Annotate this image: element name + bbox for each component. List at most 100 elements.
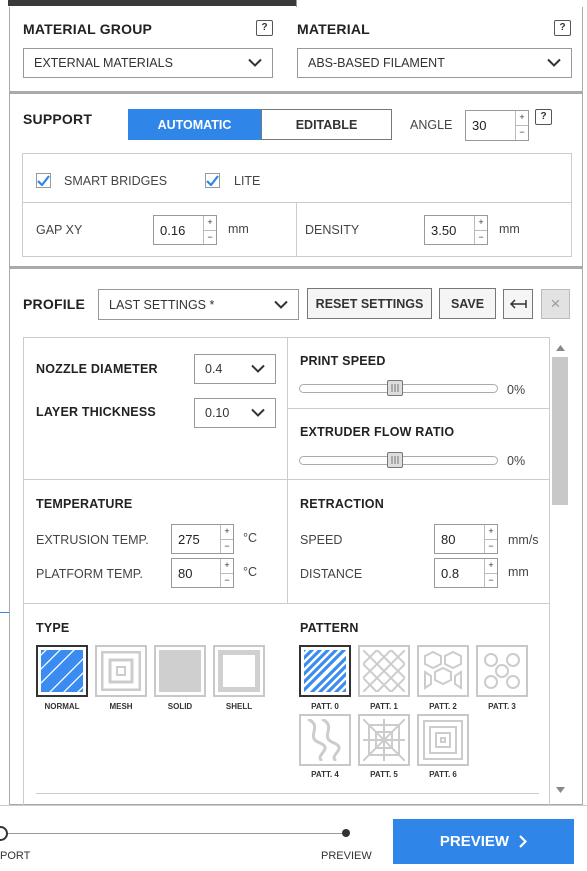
retraction-label: RETRACTION <box>300 497 384 511</box>
pattern-4-tile[interactable] <box>299 714 351 766</box>
support-automatic-button[interactable]: AUTOMATIC <box>128 109 261 140</box>
retraction-distance-unit: mm <box>508 565 529 579</box>
settings-panel[interactable]: NOZZLE DIAMETER 0.4 LAYER THICKNESS 0.10… <box>23 337 550 807</box>
nozzle-diameter-select[interactable]: 0.4 <box>194 354 276 384</box>
scrollbar-thumb[interactable] <box>552 357 568 505</box>
increment-icon[interactable]: + <box>485 559 497 574</box>
gap-xy-value: 0.16 <box>160 222 186 238</box>
material-section: MATERIAL GROUP ? EXTERNAL MATERIALS MATE… <box>9 7 583 92</box>
delete-profile-button[interactable]: × <box>541 289 570 319</box>
mesh-icon <box>100 650 142 692</box>
extruder-flow-slider-thumb[interactable] <box>386 452 403 468</box>
pattern-6-tile[interactable] <box>417 714 469 766</box>
material-value: ABS-BASED FILAMENT <box>308 56 445 70</box>
density-stepper[interactable]: 3.50 + − <box>424 215 488 245</box>
profile-label: PROFILE <box>23 296 86 312</box>
diagonal-stripes-icon <box>297 643 353 699</box>
extrusion-temp-unit: °C <box>243 531 258 545</box>
step-end-node[interactable] <box>342 829 350 837</box>
density-unit: mm <box>499 222 520 236</box>
decrement-icon[interactable]: − <box>485 574 497 588</box>
decrement-icon[interactable]: − <box>204 231 216 245</box>
profile-select[interactable]: LAST SETTINGS * <box>98 289 299 320</box>
step-right-label: PREVIEW <box>321 850 372 862</box>
pattern-label-5: PATT. 5 <box>370 770 398 779</box>
retraction-speed-stepper[interactable]: 80 + − <box>434 524 498 554</box>
support-options-vdivider <box>296 202 297 257</box>
step-left-label: PORT <box>0 850 31 862</box>
type-shell-tile[interactable] <box>213 645 265 697</box>
material-group-help-icon[interactable]: ? <box>256 20 273 36</box>
support-options-divider <box>23 202 571 203</box>
increment-icon[interactable]: + <box>204 216 216 231</box>
retraction-speed-value: 80 <box>441 531 456 547</box>
step-start-node[interactable] <box>0 826 8 841</box>
retraction-distance-stepper[interactable]: 0.8 + − <box>434 558 498 588</box>
settings-scrollbar[interactable] <box>551 337 569 807</box>
diagonal-infill-icon <box>35 644 89 698</box>
print-speed-slider-thumb[interactable] <box>386 380 403 396</box>
pattern-label-4: PATT. 4 <box>311 770 339 779</box>
grip-icon <box>391 384 398 392</box>
temperature-label: TEMPERATURE <box>36 497 133 511</box>
panel-hdivider-1 <box>24 479 549 480</box>
material-group-select[interactable]: EXTERNAL MATERIALS <box>23 48 273 78</box>
retraction-speed-label: SPEED <box>300 533 343 547</box>
scroll-down-icon[interactable] <box>556 787 565 793</box>
lite-label: LITE <box>234 174 261 188</box>
pattern-0-tile[interactable] <box>297 643 353 699</box>
print-speed-label: PRINT SPEED <box>300 354 386 368</box>
extrusion-temp-label: EXTRUSION TEMP. <box>36 533 149 547</box>
material-select[interactable]: ABS-BASED FILAMENT <box>297 48 572 78</box>
lite-checkbox[interactable] <box>205 173 220 188</box>
pattern-label-0: PATT. 0 <box>311 702 339 711</box>
export-profile-button[interactable] <box>503 289 533 319</box>
smart-bridges-checkbox[interactable] <box>36 173 51 188</box>
save-button[interactable]: SAVE <box>439 288 496 319</box>
increment-icon[interactable]: + <box>485 525 497 540</box>
chevron-down-icon <box>547 58 561 67</box>
platform-temp-stepper[interactable]: 80 + − <box>171 558 234 588</box>
angle-stepper[interactable]: 30 + − <box>465 110 529 141</box>
tab-active-indicator[interactable] <box>8 0 296 6</box>
type-label-mesh: MESH <box>109 702 133 711</box>
wave-icon <box>307 717 341 763</box>
panel-vdivider <box>287 338 288 603</box>
concentric-icon <box>423 720 463 760</box>
pattern-1-tile[interactable] <box>358 645 410 697</box>
type-solid-tile[interactable] <box>154 645 206 697</box>
decrement-icon[interactable]: − <box>485 540 497 554</box>
increment-icon[interactable]: + <box>221 559 233 574</box>
panel-hdivider-2 <box>24 603 549 604</box>
footer: PORT PREVIEW PREVIEW <box>0 805 587 871</box>
gap-xy-stepper[interactable]: 0.16 + − <box>153 215 217 245</box>
increment-icon[interactable]: + <box>221 525 233 540</box>
extrusion-temp-stepper[interactable]: 275 + − <box>171 524 234 554</box>
panel-hdivider-right <box>287 408 549 409</box>
support-editable-button[interactable]: EDITABLE <box>261 109 392 140</box>
decrement-icon[interactable]: − <box>516 126 528 140</box>
layer-thickness-select[interactable]: 0.10 <box>194 398 276 428</box>
density-value: 3.50 <box>431 222 457 238</box>
type-mesh-tile[interactable] <box>95 645 147 697</box>
pattern-5-tile[interactable] <box>358 714 410 766</box>
layer-thickness-value: 0.10 <box>205 406 230 420</box>
decrement-icon[interactable]: − <box>475 231 487 245</box>
pattern-3-tile[interactable] <box>476 645 528 697</box>
material-help-icon[interactable]: ? <box>554 20 571 36</box>
pattern-2-tile[interactable] <box>417 645 469 697</box>
type-normal-tile[interactable] <box>35 644 89 698</box>
increment-icon[interactable]: + <box>475 216 487 231</box>
panel-bottom-divider <box>36 793 539 794</box>
increment-icon[interactable]: + <box>516 111 528 126</box>
pattern-label-2: PATT. 2 <box>429 702 457 711</box>
decrement-icon[interactable]: − <box>221 574 233 588</box>
angle-help-icon[interactable]: ? <box>535 109 552 125</box>
preview-button[interactable]: PREVIEW <box>393 819 574 864</box>
scroll-up-icon[interactable] <box>556 345 565 351</box>
left-edge-mark <box>0 612 9 613</box>
extruder-flow-label: EXTRUDER FLOW RATIO <box>300 425 455 439</box>
decrement-icon[interactable]: − <box>221 540 233 554</box>
grip-icon <box>391 456 398 464</box>
reset-settings-button[interactable]: RESET SETTINGS <box>307 288 432 319</box>
